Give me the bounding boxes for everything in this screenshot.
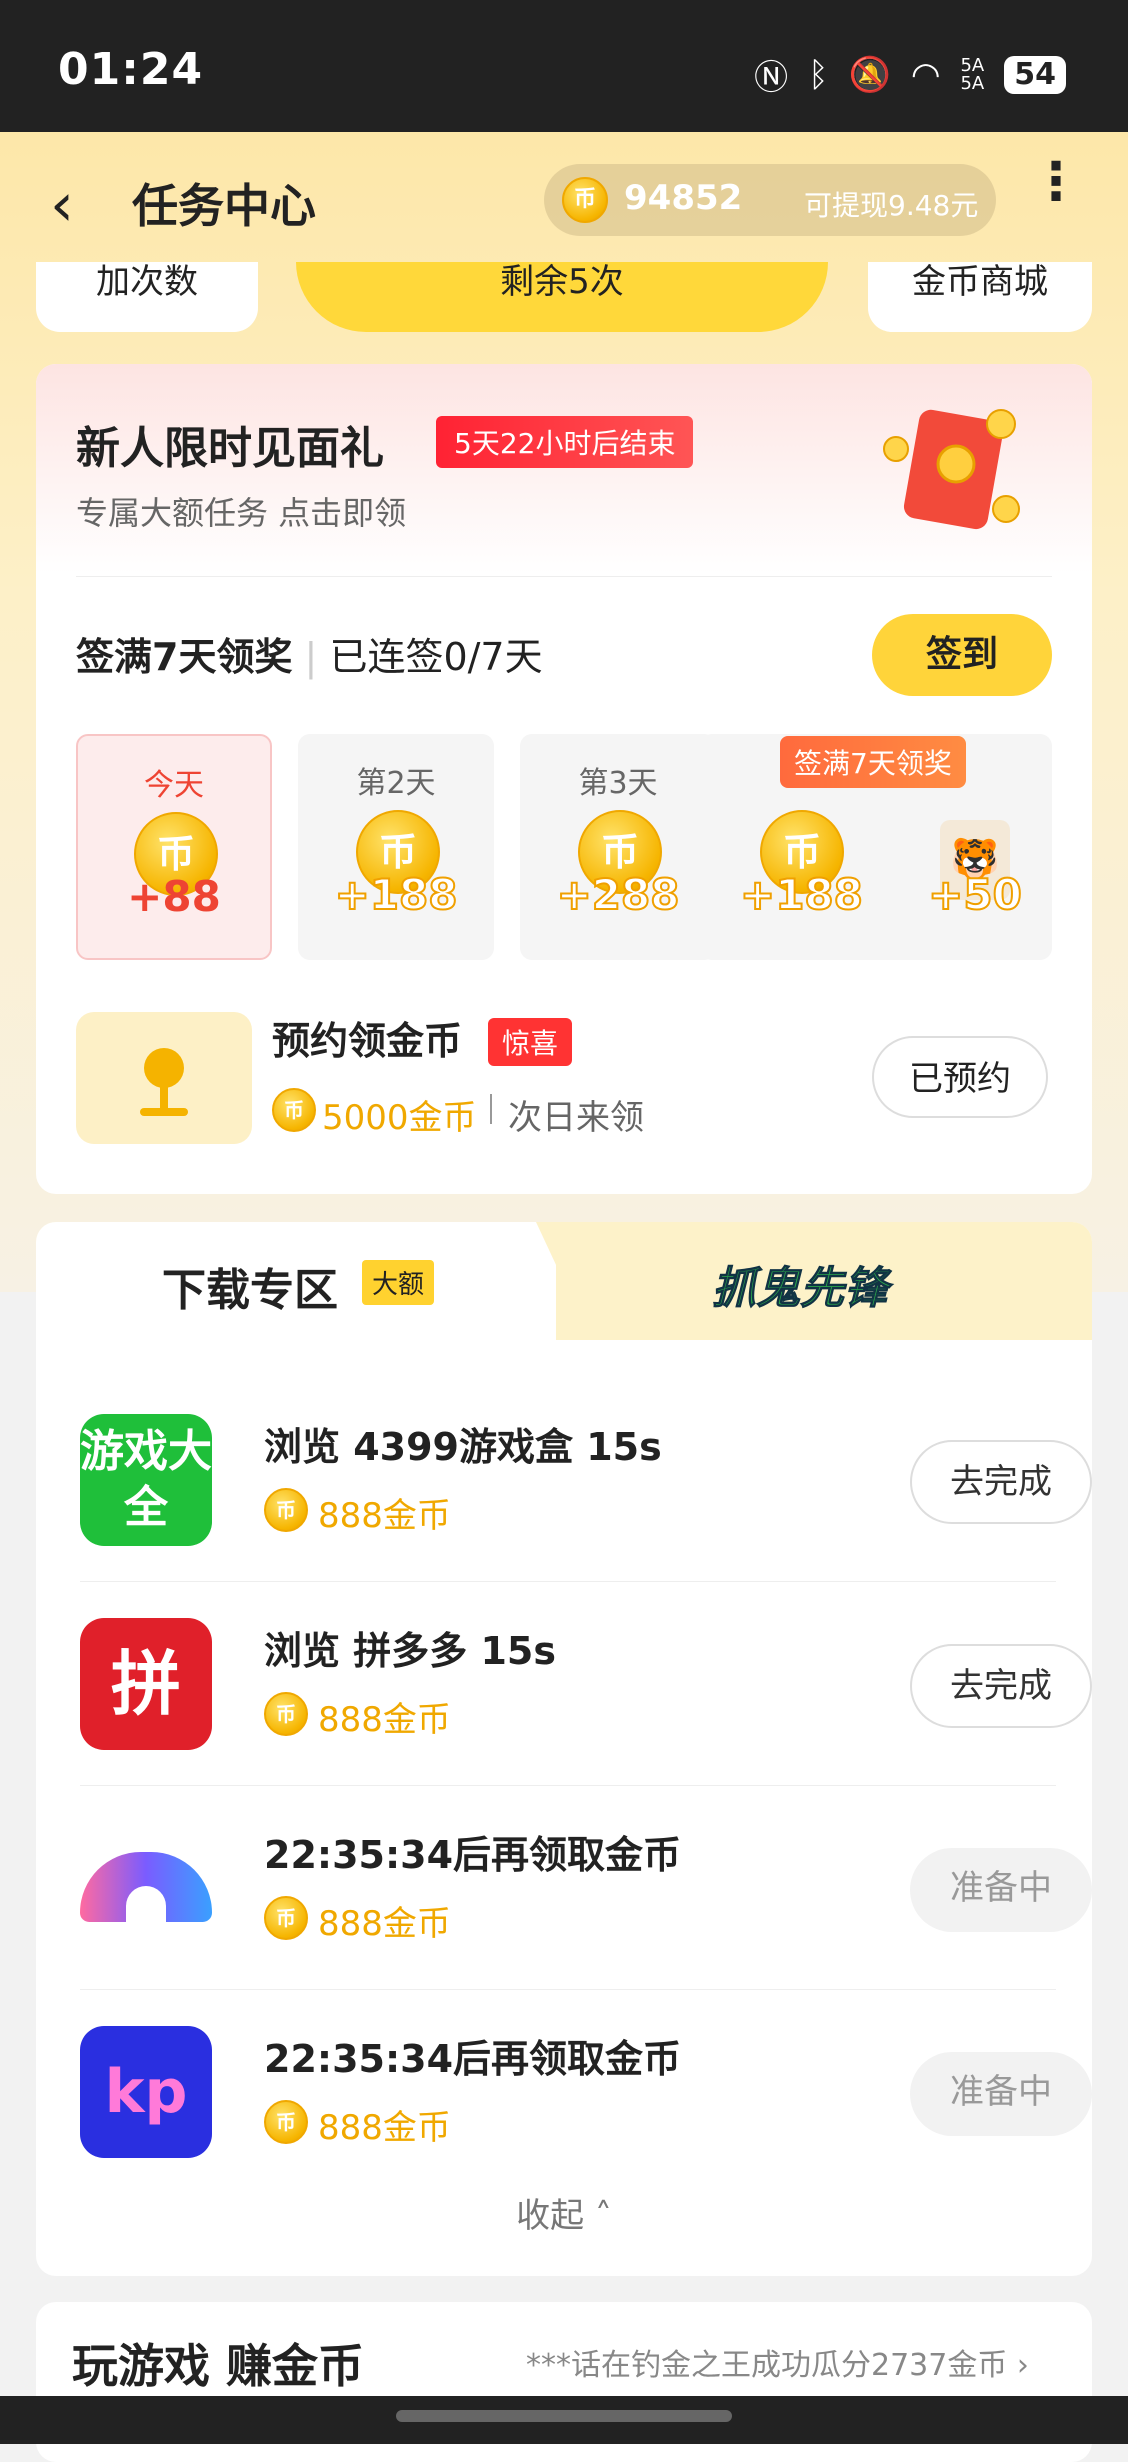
arch-app-icon [80, 1822, 212, 1954]
signin-title: 签满7天领奖 | 已连签0/7天 [76, 635, 543, 679]
coin-icon: 币 [272, 1088, 316, 1132]
reserve-when: 次日来领 [508, 1098, 644, 1138]
gift-title: 新人限时见面礼 [76, 423, 384, 474]
chevron-up-icon: ˄ [594, 2196, 612, 2236]
tab-download-label[interactable]: 下载专区 [162, 1254, 338, 1318]
alarm-icon [144, 1048, 184, 1088]
home-gesture-bar[interactable] [396, 2410, 732, 2422]
task-item: kp 22:35:34后再领取金币 币 888金币 准备中 [72, 1990, 1092, 2194]
wifi-icon: ◠ [910, 54, 941, 95]
coin-count: 94852 [624, 178, 743, 218]
divider [490, 1094, 492, 1124]
coin-icon: 币 [264, 1896, 308, 1940]
signin-day-2[interactable]: 第2天 币 +188 [298, 734, 494, 960]
gift-banner[interactable]: 新人限时见面礼 5天22小时后结束 专属大额任务 点击即领 [36, 364, 1092, 574]
coin-balance-pill[interactable]: 币 94852 可提现9.48元 [544, 164, 996, 236]
complete-button[interactable]: 去完成 [910, 1440, 1092, 1524]
red-packet-icon [883, 409, 1020, 530]
divider [76, 576, 1052, 577]
complete-button[interactable]: 去完成 [910, 1644, 1092, 1728]
reserve-amount: 5000金币 [322, 1098, 477, 1138]
coin-icon: 币 [562, 177, 608, 223]
more-options-icon[interactable]: ⋮ [1030, 156, 1082, 208]
tab-ghost-game[interactable]: 抓鬼先锋 [712, 1252, 889, 1316]
battery-icon: 54 [1004, 55, 1066, 94]
surprise-badge: 惊喜 [488, 1018, 573, 1066]
withdraw-amount: 可提现9.48元 [804, 189, 979, 222]
preparing-button[interactable]: 准备中 [910, 1848, 1092, 1932]
game-box-app-icon: 游戏大全 [80, 1414, 212, 1546]
big-reward-badge: 大额 [362, 1260, 435, 1305]
nfc-icon: Ⓝ [754, 58, 789, 98]
coin-icon: 币 [264, 1488, 308, 1532]
task-item: 游戏大全 浏览 4399游戏盒 15s 币 888金币 去完成 [72, 1378, 1092, 1582]
coin-icon: 币 [264, 2100, 308, 2144]
status-icons: Ⓝ ᛒ 🔕 ◠ 5A 5A 54 [754, 50, 1066, 99]
kp-app-icon: kp [80, 2026, 212, 2158]
reserved-button[interactable]: 已预约 [872, 1036, 1048, 1118]
coin-icon: 币 [264, 1692, 308, 1736]
task-item: 22:35:34后再领取金币 币 888金币 准备中 [72, 1786, 1092, 1990]
mute-icon: 🔕 [848, 54, 891, 95]
download-zone-card: 下载专区 大额 抓鬼先锋 游戏大全 浏览 4399游戏盒 15s 币 888金币… [36, 1222, 1092, 2276]
signin-day-1[interactable]: 今天 币 +88 [76, 734, 272, 960]
reserve-title: 预约领金币 [272, 1019, 463, 1063]
gift-subtitle: 专属大额任务 点击即领 [76, 494, 407, 532]
remaining-times-tab[interactable]: 剩余5次 [296, 262, 828, 332]
countdown-badge: 5天22小时后结束 [436, 416, 694, 468]
collapse-button[interactable]: 收起 ˄ [36, 2188, 1092, 2237]
status-bar: 01:24 Ⓝ ᛒ 🔕 ◠ 5A 5A 54 [0, 0, 1128, 132]
bluetooth-icon: ᛒ [808, 54, 829, 95]
winner-ticker[interactable]: ***话在钓金之王成功瓜分2737金币 › [526, 2340, 1029, 2384]
section-title: 玩游戏 赚金币 [72, 2339, 365, 2393]
chevron-right-icon: › [1016, 2348, 1029, 2383]
page-title: 任务中心 [132, 179, 316, 233]
back-arrow-icon[interactable]: ‹ [50, 170, 74, 240]
coin-mall-tab[interactable]: 金币商城 [868, 262, 1092, 332]
add-times-tab[interactable]: 加次数 [36, 262, 258, 332]
signin-day-3[interactable]: 第3天 币 +288 [520, 734, 716, 960]
task-item: 拼 浏览 拼多多 15s 币 888金币 去完成 [72, 1582, 1092, 1786]
newcomer-gift-card: 新人限时见面礼 5天22小时后结束 专属大额任务 点击即领 签满7天领奖 | 已… [36, 364, 1092, 1194]
clock: 01:24 [58, 44, 204, 95]
reserve-icon-box [76, 1012, 252, 1144]
signal-icon: 5A 5A [960, 54, 985, 94]
pinduoduo-app-icon: 拼 [80, 1618, 212, 1750]
seven-day-reward-badge: 签满7天领奖 [780, 736, 966, 788]
signin-button[interactable]: 签到 [872, 614, 1052, 696]
preparing-button[interactable]: 准备中 [910, 2052, 1092, 2136]
